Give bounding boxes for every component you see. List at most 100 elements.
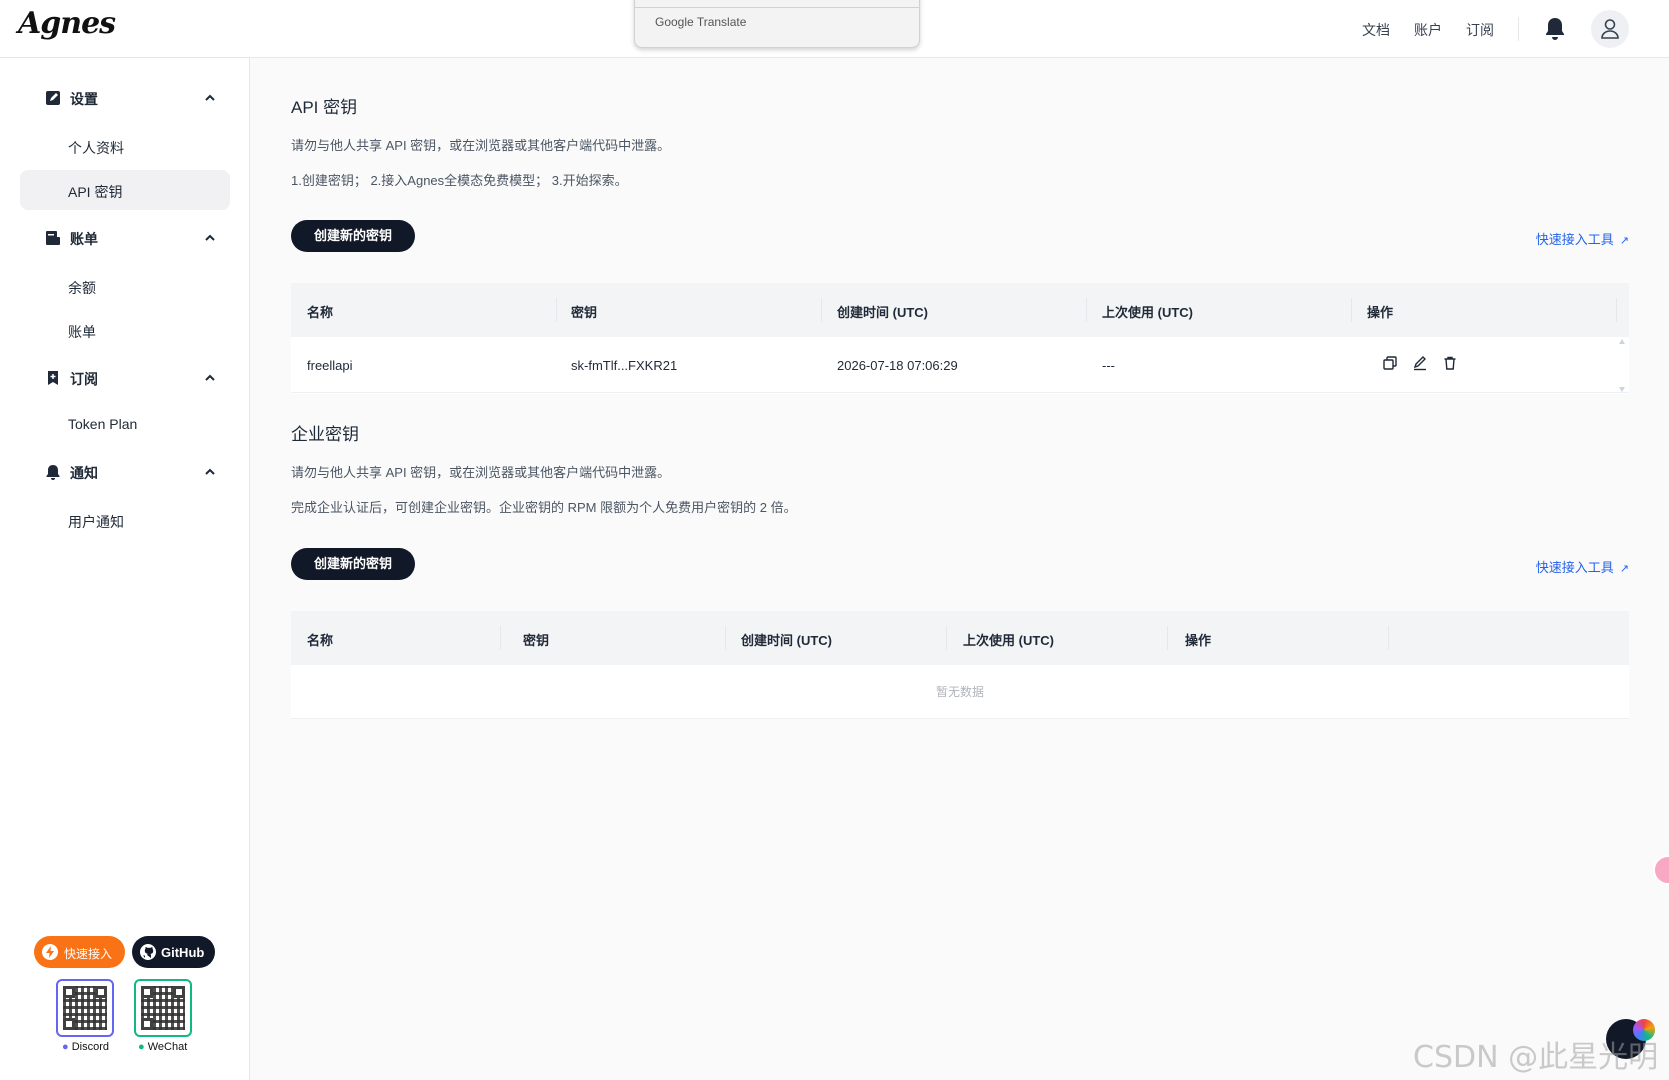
last-used-cell: ---: [1102, 358, 1115, 373]
main-content: API 密钥 请勿与他人共享 API 密钥，或在浏览器或其他客户端代码中泄露。 …: [250, 58, 1669, 1080]
bell-icon: [46, 465, 60, 480]
empty-state-text: 暂无数据: [291, 665, 1629, 719]
sidebar-group-notifications[interactable]: 通知: [20, 454, 230, 490]
column-separator: [946, 626, 947, 650]
discord-qr-code: [56, 979, 114, 1037]
notification-bell-icon[interactable]: [1543, 16, 1567, 42]
enterprise-keys-note: 完成企业认证后，可创建企业密钥。企业密钥的 RPM 限额为个人免费用户密钥的 2…: [291, 500, 797, 515]
sidebar-item-label: 账单: [68, 324, 96, 340]
enterprise-keys-warning: 请勿与他人共享 API 密钥，或在浏览器或其他客户端代码中泄露。: [291, 465, 671, 480]
create-api-key-button[interactable]: 创建新的密钥: [291, 220, 415, 252]
sidebar-item-balance[interactable]: 余额: [20, 266, 230, 306]
sidebar-group-settings[interactable]: 设置: [20, 80, 230, 116]
enterprise-quick-access-tools-link[interactable]: 快速接入工具 ↗: [1536, 557, 1629, 576]
nav-account-link[interactable]: 账户: [1414, 20, 1442, 40]
qr-finder: [173, 986, 185, 998]
csdn-watermark: CSDN @此星光明: [1413, 1040, 1659, 1075]
sidebar-item-bills[interactable]: 账单: [20, 310, 230, 350]
nav-docs-link[interactable]: 文档: [1362, 20, 1390, 40]
scroll-down-arrow[interactable]: [1619, 387, 1625, 392]
column-created: 创建时间 (UTC): [837, 305, 928, 320]
sidebar-item-label: Token Plan: [68, 416, 138, 432]
wechat-qr-code: [134, 979, 192, 1037]
sidebar-group-billing[interactable]: 账单: [20, 220, 230, 256]
qr-finder: [141, 986, 153, 998]
sidebar-item-profile[interactable]: 个人资料: [20, 126, 230, 166]
column-actions: 操作: [1367, 305, 1394, 320]
column-separator: [556, 298, 557, 322]
sidebar-group-label: 设置: [70, 91, 98, 107]
create-enterprise-key-button[interactable]: 创建新的密钥: [291, 548, 415, 580]
discord-label-text: Discord: [71, 1041, 110, 1053]
table-header: 名称 密钥 创建时间 (UTC) 上次使用 (UTC) 操作: [291, 283, 1629, 337]
google-translate-label: Google Translate: [655, 15, 747, 29]
quick-access-tools-link[interactable]: 快速接入工具 ↗: [1536, 229, 1629, 248]
external-link-icon: ↗: [1619, 563, 1629, 575]
column-separator: [821, 298, 822, 322]
sidebar-item-user-notifications[interactable]: 用户通知: [20, 500, 230, 540]
scroll-up-arrow[interactable]: [1619, 339, 1625, 344]
table-header: 名称 密钥 创建时间 (UTC) 上次使用 (UTC) 操作: [291, 611, 1629, 665]
column-key: 密钥: [523, 633, 550, 648]
external-link-icon: ↗: [1619, 235, 1629, 247]
column-separator: [1351, 298, 1352, 322]
enterprise-keys-title: 企业密钥: [291, 425, 359, 444]
sidebar-item-label: 余额: [68, 280, 96, 296]
sidebar-item-api-keys[interactable]: API 密钥: [20, 170, 230, 210]
copy-icon[interactable]: [1382, 355, 1398, 371]
column-separator: [1167, 626, 1168, 650]
chevron-up-icon: [205, 374, 215, 381]
delete-icon[interactable]: [1442, 355, 1458, 371]
bill-icon: [46, 231, 60, 245]
qr-pattern: [63, 986, 107, 1030]
api-keys-table: 名称 密钥 创建时间 (UTC) 上次使用 (UTC) 操作 freellapi…: [291, 283, 1629, 394]
enterprise-keys-table: 名称 密钥 创建时间 (UTC) 上次使用 (UTC) 操作 暂无数据: [291, 611, 1629, 719]
sidebar-item-label: 个人资料: [68, 140, 124, 156]
created-time-cell: 2026-07-18 07:06:29: [837, 358, 958, 373]
github-button[interactable]: GitHub: [132, 936, 215, 968]
user-avatar-icon[interactable]: [1591, 10, 1629, 48]
chevron-up-icon: [205, 234, 215, 241]
column-name: 名称: [307, 305, 334, 320]
column-created: 创建时间 (UTC): [741, 633, 832, 648]
nav-subscription-link[interactable]: 订阅: [1466, 20, 1494, 40]
table-row: freellapi sk-fmTlf...FXKR21 2026-07-18 0…: [291, 337, 1629, 393]
top-header: Agnes Google Translate 文档 账户 订阅: [0, 0, 1669, 58]
qr-finder: [95, 986, 107, 998]
api-keys-warning: 请勿与他人共享 API 密钥，或在浏览器或其他客户端代码中泄露。: [291, 138, 671, 153]
sidebar-item-label: 用户通知: [68, 514, 124, 530]
chevron-up-icon: [205, 94, 215, 101]
sidebar: 设置 个人资料 API 密钥 账单 余额 账单 订阅 Token Plan 通知…: [0, 58, 250, 1080]
quick-access-label: 快速接入: [64, 947, 113, 961]
github-icon: [140, 944, 156, 960]
discord-icon: ●: [62, 1041, 69, 1053]
popup-divider: [635, 7, 919, 8]
key-value-cell: sk-fmTlf...FXKR21: [571, 358, 678, 373]
agnes-logo[interactable]: Agnes: [18, 6, 116, 41]
column-separator: [725, 626, 726, 650]
lightning-icon: [42, 944, 58, 960]
qr-pattern: [141, 986, 185, 1030]
github-label: GitHub: [161, 945, 205, 960]
edit-icon[interactable]: [1412, 355, 1428, 371]
sidebar-group-label: 通知: [70, 465, 98, 481]
qr-finder: [63, 1018, 75, 1030]
quick-access-tools-label: 快速接入工具: [1535, 560, 1614, 575]
sidebar-item-token-plan[interactable]: Token Plan: [20, 404, 230, 444]
google-translate-popup[interactable]: Google Translate: [634, 0, 920, 48]
column-name: 名称: [307, 633, 334, 648]
qr-finder: [63, 986, 75, 998]
column-actions: 操作: [1185, 633, 1212, 648]
wechat-icon: ●: [138, 1041, 145, 1053]
chevron-up-icon: [205, 468, 215, 475]
quick-access-button[interactable]: 快速接入: [34, 936, 125, 968]
sidebar-group-subscription[interactable]: 订阅: [20, 360, 230, 396]
sidebar-group-label: 订阅: [70, 371, 98, 387]
wechat-label: ● WeChat: [138, 1041, 187, 1053]
api-keys-title: API 密钥: [291, 98, 358, 117]
sidebar-item-label: API 密钥: [68, 184, 123, 200]
sidebar-group-label: 账单: [70, 231, 98, 247]
key-name-cell: freellapi: [307, 358, 353, 373]
edit-doc-icon: [46, 91, 60, 105]
column-key: 密钥: [571, 305, 598, 320]
